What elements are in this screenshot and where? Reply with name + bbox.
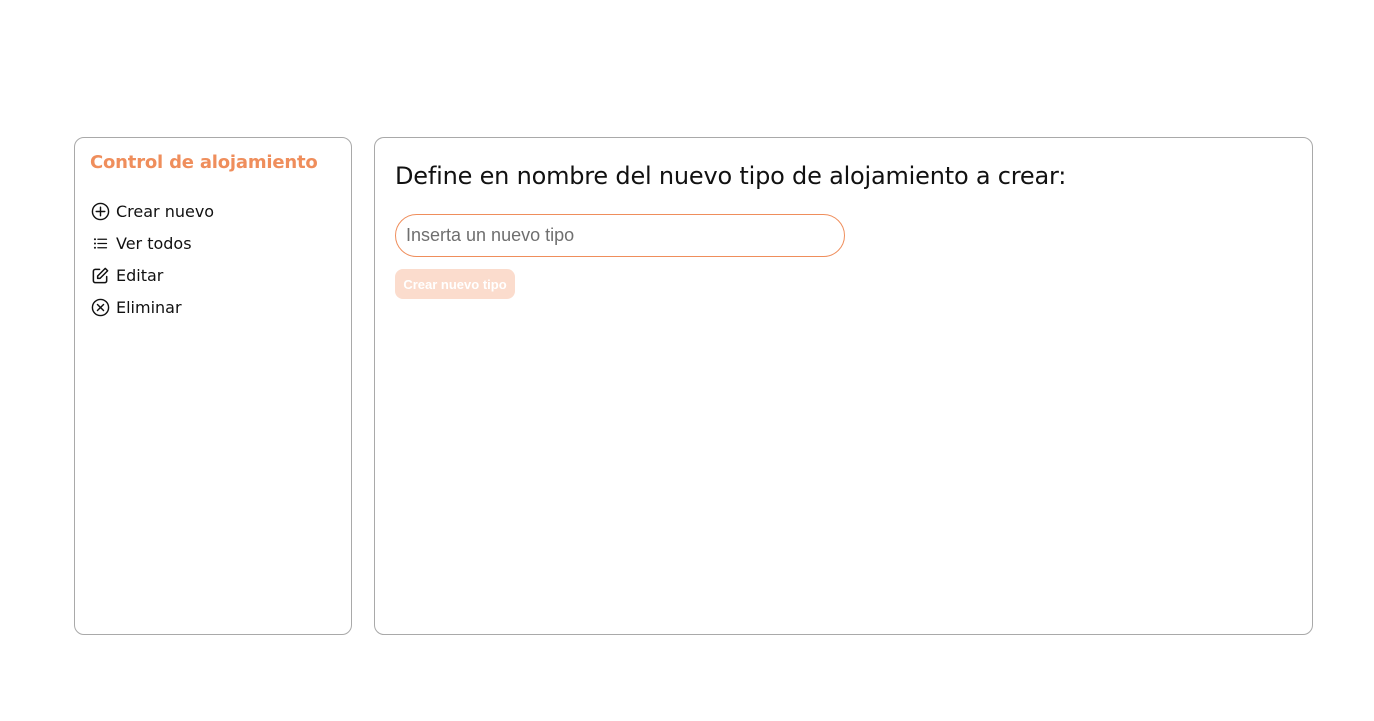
sidebar-item-editar[interactable]: Editar (90, 259, 214, 291)
new-type-input[interactable] (395, 214, 845, 257)
sidebar-panel: Control de alojamiento Crear nuevo Ver t… (74, 137, 352, 635)
plus-circle-icon (90, 201, 110, 221)
main-panel: Define en nombre del nuevo tipo de aloja… (374, 137, 1313, 635)
x-circle-icon (90, 297, 110, 317)
list-icon (90, 233, 110, 253)
sidebar-menu: Crear nuevo Ver todos Editar Eliminar (90, 195, 214, 323)
sidebar-item-eliminar[interactable]: Eliminar (90, 291, 214, 323)
create-type-button[interactable]: Crear nuevo tipo (395, 269, 515, 299)
sidebar-item-ver-todos[interactable]: Ver todos (90, 227, 214, 259)
sidebar-item-label: Editar (116, 265, 164, 285)
sidebar-title: Control de alojamiento (90, 152, 318, 173)
edit-icon (90, 265, 110, 285)
page-title: Define en nombre del nuevo tipo de aloja… (395, 162, 1067, 190)
sidebar-item-label: Eliminar (116, 297, 182, 317)
sidebar-item-crear-nuevo[interactable]: Crear nuevo (90, 195, 214, 227)
sidebar-item-label: Ver todos (116, 233, 192, 253)
sidebar-item-label: Crear nuevo (116, 201, 215, 221)
